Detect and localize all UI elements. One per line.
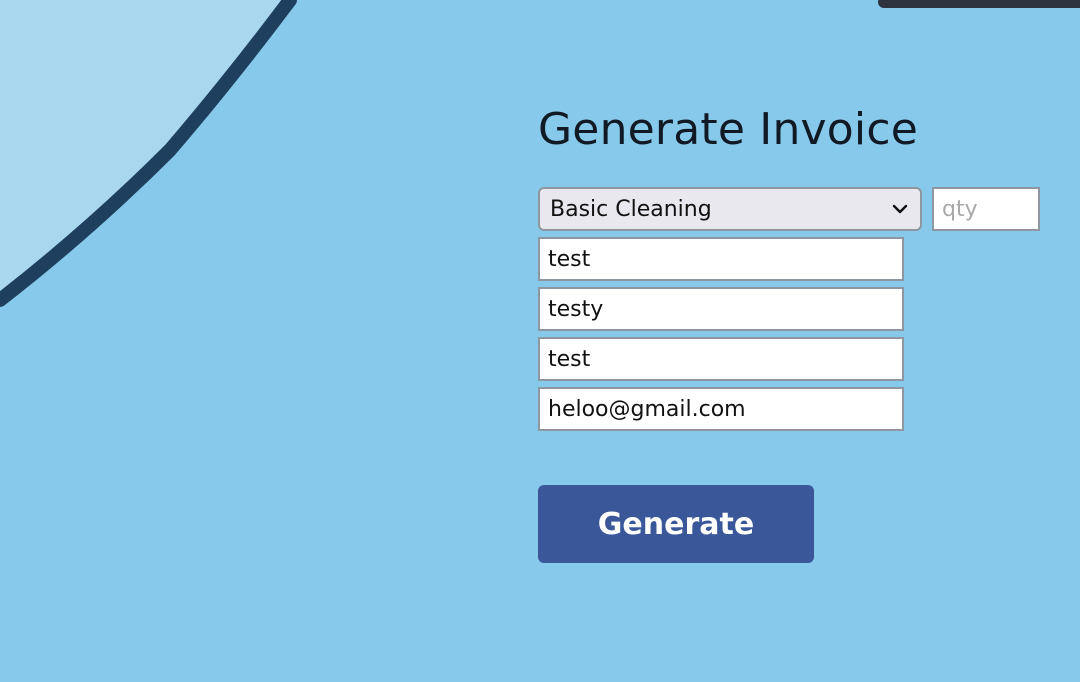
text-field-2[interactable] bbox=[538, 287, 904, 331]
text-field-3[interactable] bbox=[538, 337, 904, 381]
generate-button[interactable]: Generate bbox=[538, 485, 814, 563]
chevron-down-icon bbox=[892, 204, 908, 214]
background-shape bbox=[0, 0, 297, 307]
service-select-value: Basic Cleaning bbox=[550, 196, 712, 222]
email-field[interactable] bbox=[538, 387, 904, 431]
page-title: Generate Invoice bbox=[538, 104, 918, 155]
invoice-form: Generate Invoice Basic Cleaning Generate bbox=[538, 100, 1058, 563]
service-row: Basic Cleaning bbox=[538, 187, 1058, 231]
top-right-bar bbox=[878, 0, 1080, 8]
service-select[interactable]: Basic Cleaning bbox=[538, 187, 922, 231]
text-field-1[interactable] bbox=[538, 237, 904, 281]
qty-input[interactable] bbox=[932, 187, 1040, 231]
